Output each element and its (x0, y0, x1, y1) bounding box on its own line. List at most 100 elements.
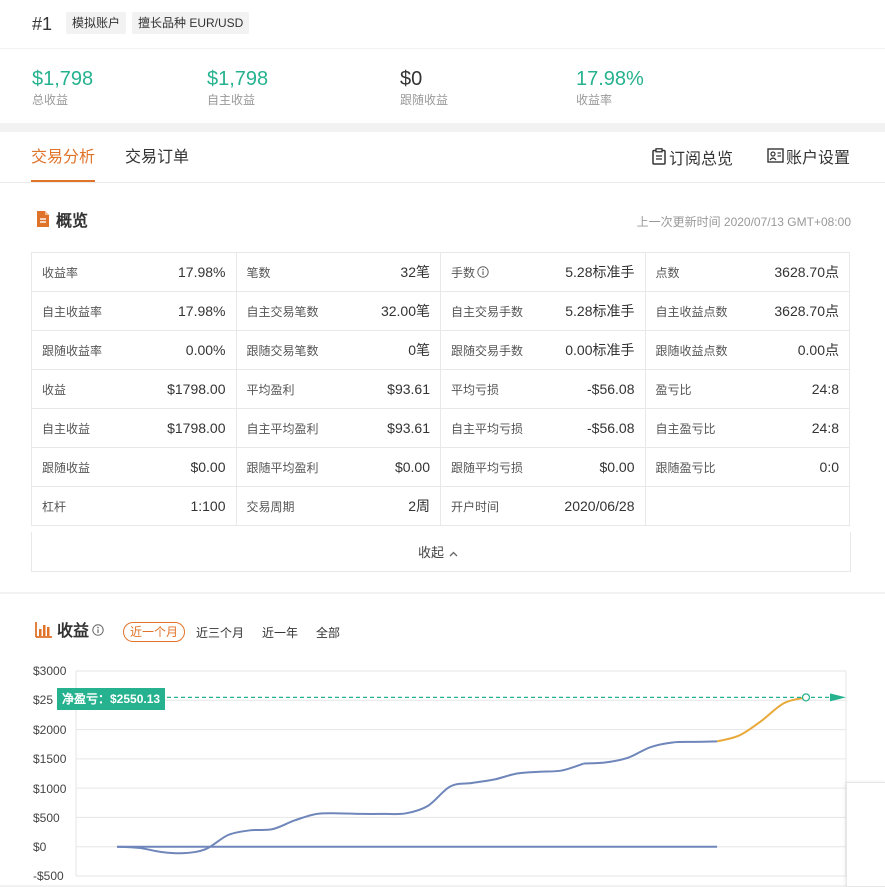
metric-value: 5.28标准手 (565, 303, 635, 319)
metric-value: 0.00点 (797, 342, 839, 358)
range-all[interactable]: 全部 (316, 624, 340, 642)
metric-value: -$56.08 (587, 420, 635, 436)
overview-cell: 杠杆 1:100 (31, 486, 237, 526)
account-settings-label: 账户设置 (786, 149, 851, 167)
y-tick-label: -$500 (33, 869, 64, 883)
document-icon (35, 210, 51, 233)
metric-label: 跟随盈亏比 (655, 460, 716, 475)
overview-row: 收益率 17.98% 笔数 32笔 手数 5.28标准手 点数 3628.70点 (31, 252, 850, 292)
y-tick-label: $1000 (33, 782, 67, 796)
metric-value: 0笔 (408, 342, 430, 358)
overview-row: 收益 $1798.00 平均盈利 $93.61 平均亏损 -$56.08 盈亏比 24:8 (31, 369, 850, 409)
overview-cell: 盈亏比 24:8 (644, 369, 850, 409)
overview-cell: 自主收益点数 3628.70点 (644, 291, 850, 331)
tab-trade-analysis[interactable]: 交易分析 (31, 148, 95, 168)
last-updated-text: 上一次更新时间 2020/07/13 GMT+08:00 (636, 215, 851, 229)
metric-label: 点数 (655, 265, 680, 280)
metric-label: 跟随收益 (42, 460, 91, 475)
metric-label: 杠杆 (42, 499, 67, 514)
overview-row: 杠杆 1:100 交易周期 2周 开户时间 2020/06/28 (31, 486, 850, 526)
id-card-icon (767, 148, 784, 169)
overview-cell: 收益 $1798.00 (31, 369, 237, 409)
chevron-up-icon (449, 545, 458, 561)
metric-label: 开户时间 (451, 499, 500, 514)
range-one-month[interactable]: 近一个月 (123, 622, 186, 642)
overview-cell: 跟随盈亏比 0:0 (644, 447, 850, 487)
metric-value: 32笔 (400, 264, 430, 280)
metric-label: 跟随交易笔数 (246, 343, 319, 358)
overview-cell: 自主平均盈利 $93.61 (235, 408, 441, 448)
y-tick-label: $500 (33, 811, 60, 825)
metric-value: 24:8 (811, 381, 839, 397)
collapse-button[interactable]: 收起 (418, 545, 458, 561)
overview-cell: 开户时间 2020/06/28 (440, 486, 646, 526)
metric-label: 跟随平均亏损 (451, 460, 524, 475)
tab-trade-orders[interactable]: 交易订单 (125, 148, 189, 168)
overview-cell: 跟随收益 $0.00 (31, 447, 237, 487)
net-pl-badge: 净盈亏：$2550.13 (57, 688, 166, 710)
metric-label: 跟随平均盈利 (246, 460, 319, 475)
range-one-year[interactable]: 近一年 (262, 624, 298, 642)
metric-value: $93.61 (387, 420, 430, 436)
metric-label: 收益率 (42, 265, 79, 280)
overview-cell: 点数 3628.70点 (644, 252, 850, 292)
metric-label: 手数 (451, 265, 476, 280)
metric-value: $1798.00 (167, 381, 226, 397)
overview-cell: 跟随平均亏损 $0.00 (440, 447, 646, 487)
metric-label: 自主收益 (42, 421, 91, 436)
overview-cell (644, 486, 850, 526)
metric-value: 17.98% (178, 303, 226, 319)
metric-value: 2周 (408, 498, 430, 514)
side-widget[interactable] (846, 782, 885, 887)
overview-cell: 自主交易笔数 32.00笔 (235, 291, 441, 331)
overview-cell: 自主收益 $1798.00 (31, 408, 237, 448)
overview-row: 跟随收益 $0.00 跟随平均盈利 $0.00 跟随平均亏损 $0.00 跟随盈亏比 0:0 (31, 447, 850, 487)
info-icon[interactable] (92, 623, 104, 641)
overview-row: 自主收益 $1798.00 自主平均盈利 $93.61 自主平均亏损 -$56.08 自主盈… (31, 408, 850, 448)
overview-cell: 收益率 17.98% (31, 252, 237, 292)
y-tick-label: $1500 (33, 752, 67, 766)
metric-value: 17.98% (178, 264, 226, 280)
metric-value: 0:0 (819, 459, 839, 475)
metric-label: 平均盈利 (246, 382, 295, 397)
metric-label: 自主盈亏比 (655, 421, 716, 436)
account-settings-button[interactable]: 账户设置 (767, 148, 850, 169)
metric-value: 0.00% (185, 342, 226, 358)
metric-value: $1798.00 (167, 420, 226, 436)
metric-label: 笔数 (246, 265, 271, 280)
metric-label: 交易周期 (246, 499, 295, 514)
metric-label: 自主平均亏损 (451, 421, 524, 436)
overview-table: 收益率 17.98% 笔数 32笔 手数 5.28标准手 点数 3628.70点 自主收益率 17… (31, 252, 850, 526)
metric-value: 32.00笔 (380, 303, 430, 319)
metric-label: 盈亏比 (655, 382, 692, 397)
overview-cell: 平均盈利 $93.61 (235, 369, 441, 409)
overview-cell: 自主收益率 17.98% (31, 291, 237, 331)
overview-cell: 平均亏损 -$56.08 (440, 369, 646, 409)
range-three-months[interactable]: 近三个月 (196, 624, 244, 642)
info-icon[interactable] (477, 266, 489, 278)
overview-cell: 跟随收益点数 0.00点 (644, 330, 850, 370)
metric-value: 5.28标准手 (565, 264, 635, 280)
overview-cell: 跟随平均盈利 $0.00 (235, 447, 441, 487)
metric-label: 自主交易笔数 (246, 304, 319, 319)
metric-value: -$56.08 (587, 381, 635, 397)
return-rate-label: 收益率 (576, 93, 613, 107)
overview-header: 概览 (35, 210, 88, 233)
own-earnings-label: 自主收益 (207, 93, 256, 107)
net-pl-text: 净盈亏：$2550.13 (62, 692, 161, 706)
subscribe-overview-button[interactable]: 订阅总览 (652, 148, 733, 171)
tabs-divider (0, 182, 885, 183)
metric-value: 3628.70点 (774, 303, 839, 319)
overview-row: 自主收益率 17.98% 自主交易笔数 32.00笔 自主交易手数 5.28标准手 自主收益… (31, 291, 850, 331)
overview-cell: 跟随交易手数 0.00标准手 (440, 330, 646, 370)
return-rate-value: 17.98% (576, 68, 644, 90)
metric-value: 0.00标准手 (565, 342, 635, 358)
account-header: #1 模拟账户 擅长品种 EUR/USD (0, 0, 885, 48)
metric-label: 自主平均盈利 (246, 421, 319, 436)
metric-label: 自主交易手数 (451, 304, 524, 319)
follow-earnings-label: 跟随收益 (400, 93, 449, 107)
metric-value: $0.00 (599, 459, 635, 475)
subscribe-overview-label: 订阅总览 (669, 150, 734, 168)
metric-value: 24:8 (811, 420, 839, 436)
stats-panel: $1,798 总收益 $1,798 自主收益 $0 跟随收益 17.98% 收益… (0, 49, 885, 123)
